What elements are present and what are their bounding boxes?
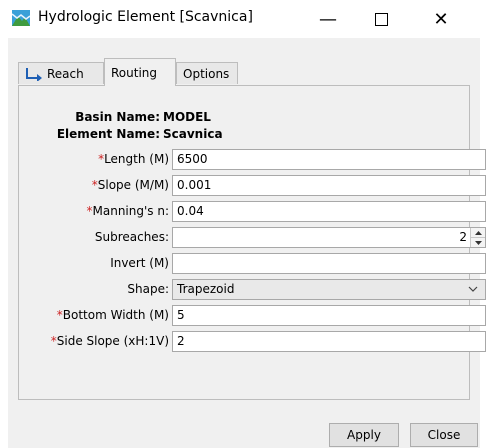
spin-down-button[interactable]	[471, 238, 485, 247]
length-input[interactable]: 6500	[172, 149, 486, 170]
slope-label-cell: *Slope (M/M)	[19, 175, 169, 196]
bottom-width-label: *Bottom Width (M)	[57, 308, 169, 322]
slope-input[interactable]: 0.001	[172, 175, 486, 196]
dialog-body: Reach Routing Options Basin Name: MODEL …	[8, 38, 486, 448]
hydrologic-element-app-icon	[12, 10, 30, 26]
basin-name-value: MODEL	[163, 110, 211, 124]
invert-label: Invert (M)	[110, 256, 169, 270]
subreaches-spinner[interactable]: 2	[172, 227, 486, 248]
shape-select[interactable]: Trapezoid	[172, 279, 486, 300]
arrow-down-icon	[474, 240, 482, 245]
close-icon: ✕	[433, 8, 449, 30]
tab-routing-label: Routing	[111, 65, 158, 80]
minimize-button[interactable]: —	[305, 0, 351, 38]
element-name-label: Element Name:	[56, 127, 160, 141]
title-bar: Hydrologic Element [Scavnica] — ✕	[0, 0, 488, 38]
invert-label-cell: Invert (M)	[19, 253, 169, 274]
maximize-icon	[374, 12, 388, 26]
manning-label: *Manning's n:	[87, 204, 170, 218]
length-label: *Length (M)	[98, 152, 169, 166]
length-label-cell: *Length (M)	[19, 149, 169, 170]
routing-panel: Basin Name: MODEL Element Name: Scavnica…	[18, 85, 486, 400]
apply-button[interactable]: Apply	[329, 423, 399, 447]
side-slope-label: *Side Slope (xH:1V)	[51, 334, 169, 348]
subreaches-label: Subreaches:	[94, 230, 169, 244]
chevron-down-icon	[468, 286, 478, 292]
side-slope-input[interactable]: 2	[172, 331, 486, 352]
tab-reach-label: Reach	[47, 66, 84, 81]
shape-label: Shape:	[127, 282, 169, 296]
close-window-button[interactable]: ✕	[418, 0, 464, 38]
arrow-up-icon	[474, 230, 482, 235]
maximize-button[interactable]	[358, 0, 404, 38]
spinner-arrows	[470, 228, 485, 247]
close-button[interactable]: Close	[410, 423, 478, 447]
spin-up-button[interactable]	[471, 228, 485, 238]
subreaches-label-cell: Subreaches:	[19, 227, 169, 248]
reach-icon	[26, 67, 42, 81]
bottom-width-input[interactable]: 5	[172, 305, 486, 326]
tab-options[interactable]: Options	[176, 62, 238, 84]
tab-reach[interactable]: Reach	[18, 62, 104, 84]
basin-name-label: Basin Name:	[75, 110, 160, 124]
manning-label-text: Manning's n:	[92, 204, 170, 218]
shape-label-cell: Shape:	[19, 279, 169, 300]
invert-input[interactable]	[172, 253, 486, 274]
side-slope-label-cell: *Side Slope (xH:1V)	[19, 331, 169, 352]
tab-options-label: Options	[183, 66, 230, 81]
manning-input[interactable]: 0.04	[172, 201, 486, 222]
manning-label-cell: *Manning's n:	[19, 201, 170, 222]
bottom-width-label-cell: *Bottom Width (M)	[19, 305, 169, 326]
side-slope-label-text: Side Slope (xH:1V)	[56, 334, 169, 348]
element-name-value: Scavnica	[163, 127, 223, 141]
bottom-width-label-text: Bottom Width (M)	[62, 308, 169, 322]
slope-label-text: Slope (M/M)	[97, 178, 169, 192]
length-label-text: Length (M)	[104, 152, 169, 166]
tab-routing[interactable]: Routing	[104, 58, 176, 86]
subreaches-value: 2	[459, 230, 467, 244]
shape-selected-value: Trapezoid	[177, 282, 235, 296]
window-title: Hydrologic Element [Scavnica]	[38, 9, 253, 25]
slope-label: *Slope (M/M)	[92, 178, 169, 192]
minimize-icon: —	[319, 8, 337, 30]
